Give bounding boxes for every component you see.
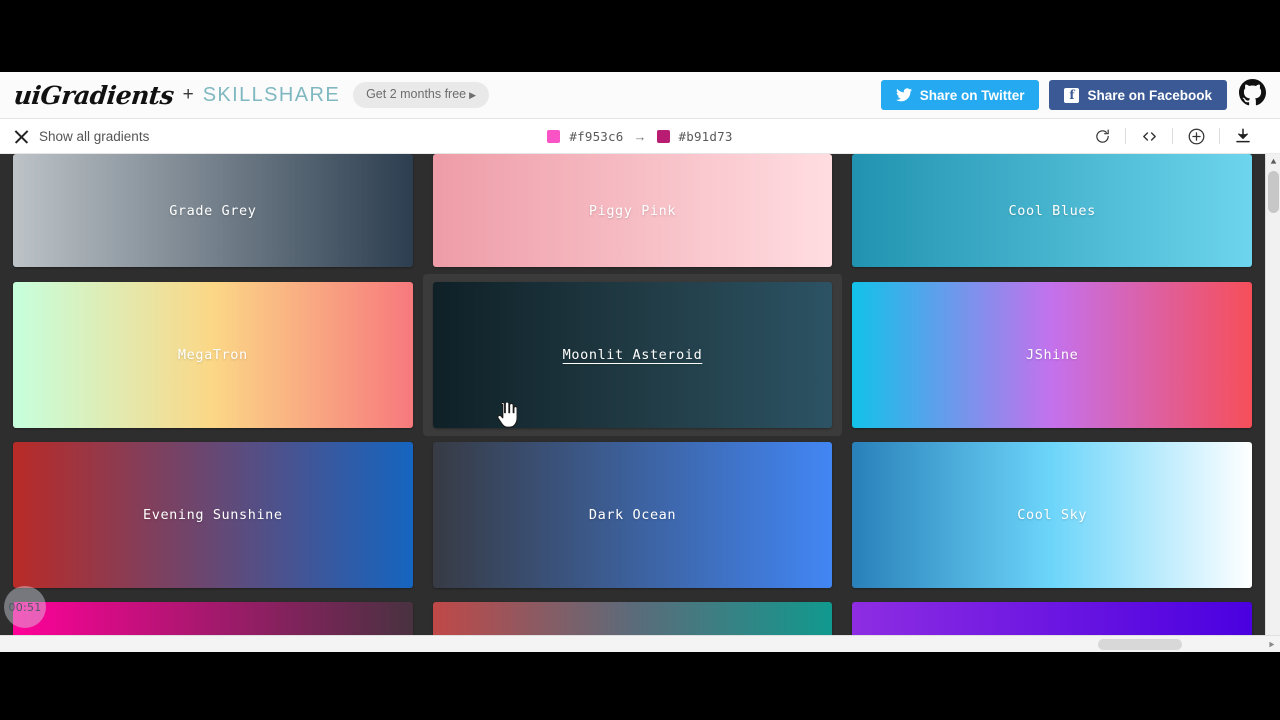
share-on-twitter-button[interactable]: Share on Twitter [880,80,1040,110]
gradient-card-label[interactable]: Dark Ocean [589,507,676,523]
browser-viewport: uiGradients + SKILLSHARE Get 2 months fr… [0,72,1280,652]
letterbox-top [0,0,1280,72]
gradient-card-label[interactable]: Grade Grey [169,203,256,219]
gradient-cell: Evening Sunshine [13,442,413,588]
color-end-swatch[interactable] [656,129,670,143]
gradient-card-label[interactable]: Evening Sunshine [143,507,283,523]
twitter-bird-icon [895,88,912,102]
brand-group: uiGradients + SKILLSHARE Get 2 months fr… [12,81,490,110]
color-start-hex[interactable]: #f953c6 [569,129,623,144]
gradient-row: Evening Sunshine Dark Ocean Cool Sky [13,442,1253,588]
plus-separator: + [182,84,194,105]
screen-root: uiGradients + SKILLSHARE Get 2 months fr… [0,0,1280,720]
facebook-f-icon: f [1064,87,1080,103]
gradient-cell: Dark Ocean [432,442,833,588]
promo-button[interactable]: Get 2 months free ▶ [353,82,490,108]
skillshare-logo[interactable]: SKILLSHARE [203,84,340,107]
header-actions: Share on Twitter f Share on Facebook [880,79,1266,111]
gradient-cell: Moonlit Asteroid [422,274,843,436]
promo-label: Get 2 months free [366,87,467,102]
gradient-cell: Cool Sky [852,442,1253,588]
gradient-card-label[interactable]: Piggy Pink [589,203,676,219]
plus-circle-icon[interactable] [1173,119,1219,153]
color-end-hex[interactable]: #b91d73 [679,129,733,144]
gradient-cell: Grade Grey [13,154,413,267]
recording-timer-badge: 00:51 [4,586,46,628]
arrow-right-icon: → [633,128,647,144]
uigradients-logo[interactable]: uiGradients [12,81,175,110]
show-all-gradients-button[interactable]: Show all gradients [14,129,149,144]
share-facebook-label: Share on Facebook [1087,87,1212,103]
gradient-row: Grade Grey Piggy Pink Cool Blues [13,154,1253,267]
gradient-card[interactable]: Piggy Pink [432,154,833,267]
gradient-grid: Grade Grey Piggy Pink Cool Blues MegaTron Mo… [0,154,1265,652]
gradient-cell: JShine [852,282,1253,428]
code-brackets-icon[interactable] [1126,119,1172,153]
gradient-card-label[interactable]: MegaTron [178,347,248,363]
gradient-card[interactable]: Cool Sky [852,442,1253,588]
gradient-card[interactable]: MegaTron [13,282,413,428]
share-twitter-label: Share on Twitter [919,87,1025,103]
color-start-swatch[interactable] [547,129,561,143]
gradient-toolbar: Show all gradients #f953c6 → #b91d73 [0,119,1280,154]
gradient-card[interactable]: Evening Sunshine [13,442,413,588]
gradient-card[interactable]: Grade Grey [13,154,413,267]
gradient-cell: Cool Blues [852,154,1253,267]
vertical-scrollbar-thumb[interactable] [1268,171,1279,213]
github-octocat-icon[interactable] [1239,79,1266,111]
gradient-cell: MegaTron [13,282,413,428]
gradient-card[interactable]: Cool Blues [852,154,1253,267]
gradient-row: MegaTron Moonlit Asteroid JShine [13,274,1253,436]
download-icon[interactable] [1220,119,1266,153]
gradient-card[interactable]: Moonlit Asteroid [432,282,833,428]
scroll-up-arrow-icon[interactable] [1266,154,1280,169]
gradient-card-label[interactable]: Moonlit Asteroid [563,347,703,363]
horizontal-scrollbar[interactable] [0,635,1280,652]
vertical-scrollbar[interactable] [1265,154,1280,652]
scroll-right-arrow-icon[interactable] [1265,638,1278,651]
refresh-rotate-icon[interactable] [1079,119,1125,153]
letterbox-bottom [0,652,1280,720]
site-header: uiGradients + SKILLSHARE Get 2 months fr… [0,72,1280,119]
horizontal-scrollbar-thumb[interactable] [1098,639,1182,650]
gradient-card-label[interactable]: Cool Blues [1009,203,1096,219]
close-x-icon [14,129,29,144]
share-on-facebook-button[interactable]: f Share on Facebook [1049,80,1227,110]
promo-caret-icon: ▶ [469,90,477,101]
gradient-card-label[interactable]: JShine [1026,347,1078,363]
toolbar-actions [1079,119,1266,153]
gradient-card[interactable]: Dark Ocean [432,442,833,588]
show-all-gradients-label: Show all gradients [39,128,150,144]
gradient-card[interactable]: JShine [852,282,1253,428]
gradient-cell: Piggy Pink [432,154,833,267]
gradient-card-label[interactable]: Cool Sky [1017,507,1087,523]
